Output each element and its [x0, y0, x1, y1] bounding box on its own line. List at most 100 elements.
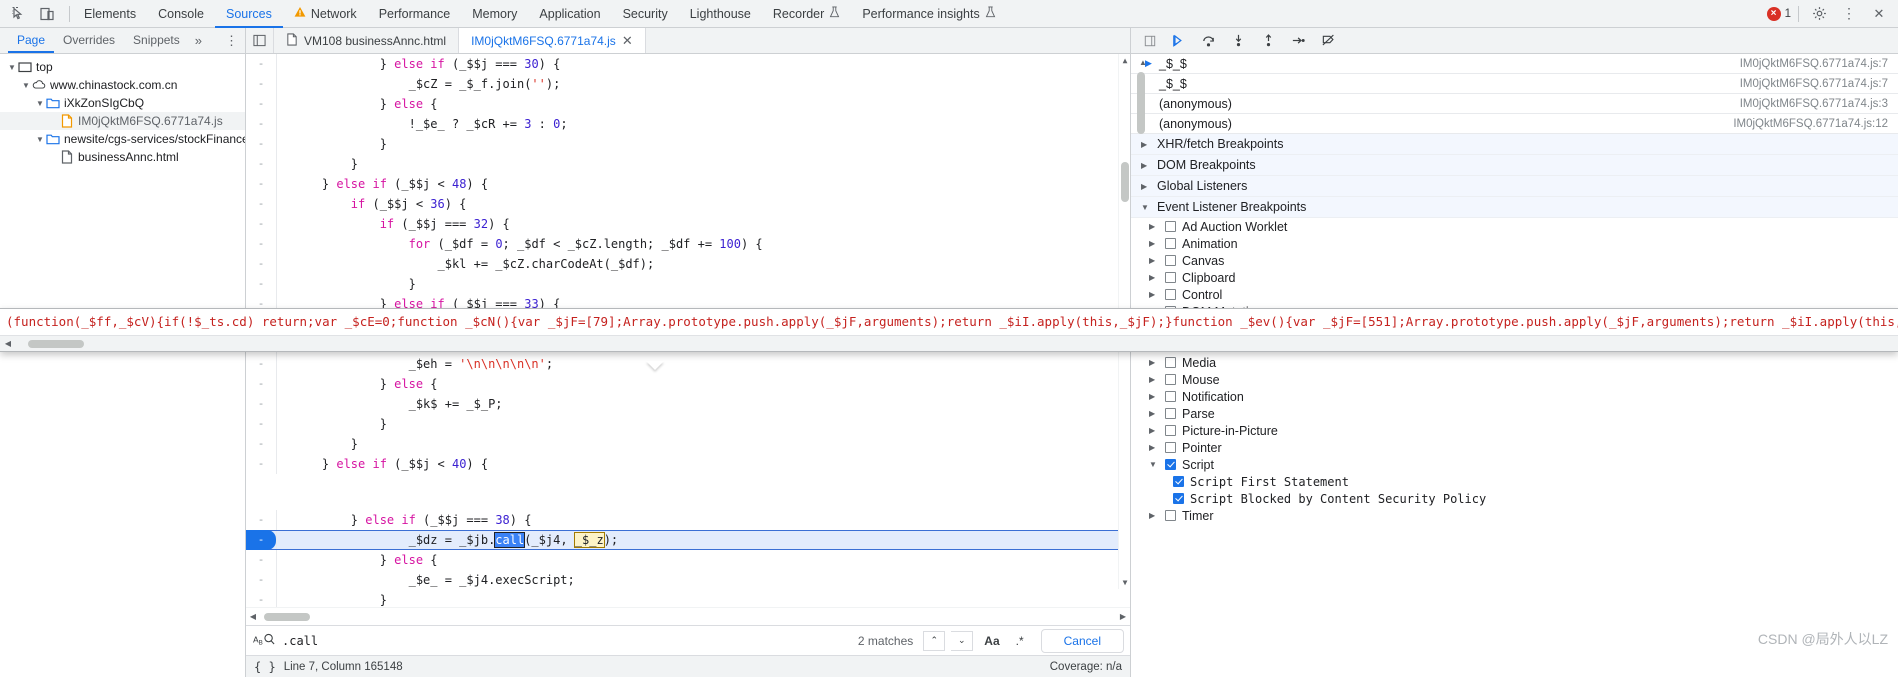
line-gutter[interactable]: - [246, 234, 276, 254]
elb-item-animation[interactable]: ▶ Animation [1131, 235, 1898, 252]
line-gutter[interactable]: - [246, 374, 276, 394]
elb-checkbox[interactable] [1165, 459, 1176, 470]
resume-script-icon[interactable] [1165, 30, 1191, 52]
elb-checkbox[interactable] [1165, 272, 1176, 283]
code-line[interactable]: - } [246, 414, 1130, 434]
elb-item-parse[interactable]: ▶ Parse [1131, 405, 1898, 422]
tree-twisty-icon[interactable]: ▼ [6, 63, 18, 72]
tree-item-0[interactable]: ▼ top [0, 58, 245, 76]
code-line[interactable]: - } else if (_$$j < 40) { [246, 454, 1130, 474]
close-devtools-icon[interactable]: ✕ [1866, 3, 1892, 25]
elb-twisty-icon[interactable]: ▶ [1149, 358, 1159, 367]
elb-checkbox[interactable] [1165, 238, 1176, 249]
elb-item-mouse[interactable]: ▶ Mouse [1131, 371, 1898, 388]
line-gutter[interactable]: - [246, 590, 276, 607]
tree-item-1[interactable]: ▼ www.chinastock.com.cn [0, 76, 245, 94]
step-out-icon[interactable] [1255, 30, 1281, 52]
code-line[interactable]: - } [246, 154, 1130, 174]
elb-twisty-icon[interactable]: ▶ [1149, 290, 1159, 299]
elb-checkbox[interactable] [1173, 493, 1184, 504]
section-twisty-icon[interactable]: ▶ [1141, 161, 1151, 170]
line-gutter[interactable]: - [246, 134, 276, 154]
search-input[interactable] [282, 633, 852, 648]
elb-item-pointer[interactable]: ▶ Pointer [1131, 439, 1898, 456]
editor-vscroll-thumb[interactable] [1121, 162, 1129, 202]
tree-twisty-icon[interactable]: ▼ [34, 135, 46, 144]
search-prev-button[interactable]: ⌃ [923, 630, 946, 651]
elb-item-media[interactable]: ▶ Media [1131, 354, 1898, 371]
main-tab-network[interactable]: Network [283, 0, 368, 28]
code-line[interactable]: - } [246, 590, 1130, 607]
tree-item-4[interactable]: ▼ newsite/cgs-services/stockFinance [0, 130, 245, 148]
line-gutter[interactable]: - [246, 354, 276, 374]
code-line[interactable]: - } else { [246, 94, 1130, 114]
code-line[interactable]: - } else { [246, 374, 1130, 394]
elb-checkbox[interactable] [1165, 255, 1176, 266]
tree-item-5[interactable]: businessAnnc.html [0, 148, 245, 166]
elb-twisty-icon[interactable]: ▶ [1149, 375, 1159, 384]
callstack-frame-2[interactable]: (anonymous) IM0jQktM6FSQ.6771a74.js:3 [1131, 94, 1898, 114]
elb-item-clipboard[interactable]: ▶ Clipboard [1131, 269, 1898, 286]
code-line[interactable]: - } [246, 134, 1130, 154]
execution-pointer-gutter[interactable]: - [246, 530, 276, 550]
step-over-icon[interactable] [1195, 30, 1221, 52]
elb-twisty-icon[interactable]: ▼ [1149, 460, 1159, 469]
elb-item-ad-auction-worklet[interactable]: ▶ Ad Auction Worklet [1131, 218, 1898, 235]
elb-twisty-icon[interactable]: ▶ [1149, 273, 1159, 282]
scroll-left-arrow-icon[interactable]: ◀ [246, 612, 260, 621]
more-options-icon[interactable]: ⋮ [1836, 3, 1862, 25]
match-case-toggle[interactable]: Aa [979, 634, 1004, 648]
section-twisty-icon[interactable]: ▶ [1141, 182, 1151, 191]
elb-checkbox[interactable] [1173, 476, 1184, 487]
main-tab-lighthouse[interactable]: Lighthouse [679, 0, 762, 28]
debug-section-event-listener-breakpoints[interactable]: ▼ Event Listener Breakpoints [1131, 197, 1898, 218]
editor-hscroll-thumb[interactable] [264, 613, 310, 621]
debug-section-xhr-fetch-breakpoints[interactable]: ▶ XHR/fetch Breakpoints [1131, 134, 1898, 155]
main-tab-elements[interactable]: Elements [73, 0, 147, 28]
line-gutter[interactable]: - [246, 550, 276, 570]
popover-scrollbar[interactable]: ◀ [0, 335, 1898, 351]
device-toolbar-icon[interactable] [34, 3, 60, 25]
regex-toggle[interactable]: .* [1011, 634, 1029, 648]
collapse-debug-sidebar-icon[interactable] [1139, 30, 1161, 52]
elb-twisty-icon[interactable]: ▶ [1149, 239, 1159, 248]
scroll-down-arrow-icon[interactable]: ▼ [1119, 576, 1130, 589]
main-tab-sources[interactable]: Sources [215, 0, 283, 28]
line-gutter[interactable]: - [246, 74, 276, 94]
line-gutter[interactable]: - [246, 414, 276, 434]
navigator-more-tabs-button[interactable]: » [189, 33, 208, 48]
elb-checkbox[interactable] [1165, 289, 1176, 300]
main-tab-memory[interactable]: Memory [461, 0, 528, 28]
elb-item-canvas[interactable]: ▶ Canvas [1131, 252, 1898, 269]
callstack-scroll-up-icon[interactable]: ▲ [1139, 58, 1147, 67]
main-tab-recorder[interactable]: Recorder [762, 0, 851, 28]
code-line[interactable]: - } else if (_$$j === 30) { [246, 54, 1130, 74]
debug-section-dom-breakpoints[interactable]: ▶ DOM Breakpoints [1131, 155, 1898, 176]
callstack-scroll-thumb[interactable] [1137, 72, 1145, 134]
tree-item-2[interactable]: ▼ iXkZonSIgCbQ [0, 94, 245, 112]
section-twisty-icon[interactable]: ▼ [1141, 203, 1151, 212]
code-line[interactable]: - _$k$ += _$_P; [246, 394, 1130, 414]
code-line[interactable]: - if (_$$j === 32) { [246, 214, 1130, 234]
elb-checkbox[interactable] [1165, 357, 1176, 368]
code-line[interactable]: - for (_$df = 0; _$df < _$cZ.length; _$d… [246, 234, 1130, 254]
code-line[interactable]: - _$e_ = _$j4.execScript; [246, 570, 1130, 590]
scroll-right-arrow-icon[interactable]: ▶ [1116, 612, 1130, 621]
navigator-subtab-overrides[interactable]: Overrides [54, 28, 124, 53]
main-tab-performance-insights[interactable]: Performance insights [851, 0, 1006, 28]
line-gutter[interactable]: - [246, 570, 276, 590]
elb-item-script[interactable]: ▼ Script [1131, 456, 1898, 473]
elb-twisty-icon[interactable]: ▶ [1149, 409, 1159, 418]
editor-tab-1[interactable]: IM0jQktM6FSQ.6771a74.js ✕ [459, 28, 646, 53]
inspect-element-icon[interactable] [6, 3, 32, 25]
file-navigator-tree[interactable]: ▼ top ▼ www.chinastock.com.cn ▼ iXkZonSIgCbQ I… [0, 54, 246, 677]
line-gutter[interactable]: - [246, 54, 276, 74]
code-line[interactable]: - } else if (_$$j < 48) { [246, 174, 1130, 194]
line-gutter[interactable]: - [246, 254, 276, 274]
elb-twisty-icon[interactable]: ▶ [1149, 426, 1159, 435]
callstack-frame-1[interactable]: _$_$ IM0jQktM6FSQ.6771a74.js:7 [1131, 74, 1898, 94]
code-line[interactable]: - _$cZ = _$_f.join(''); [246, 74, 1130, 94]
step-into-icon[interactable] [1225, 30, 1251, 52]
show-navigator-icon[interactable] [246, 28, 274, 53]
selected-token[interactable]: call [494, 532, 526, 548]
